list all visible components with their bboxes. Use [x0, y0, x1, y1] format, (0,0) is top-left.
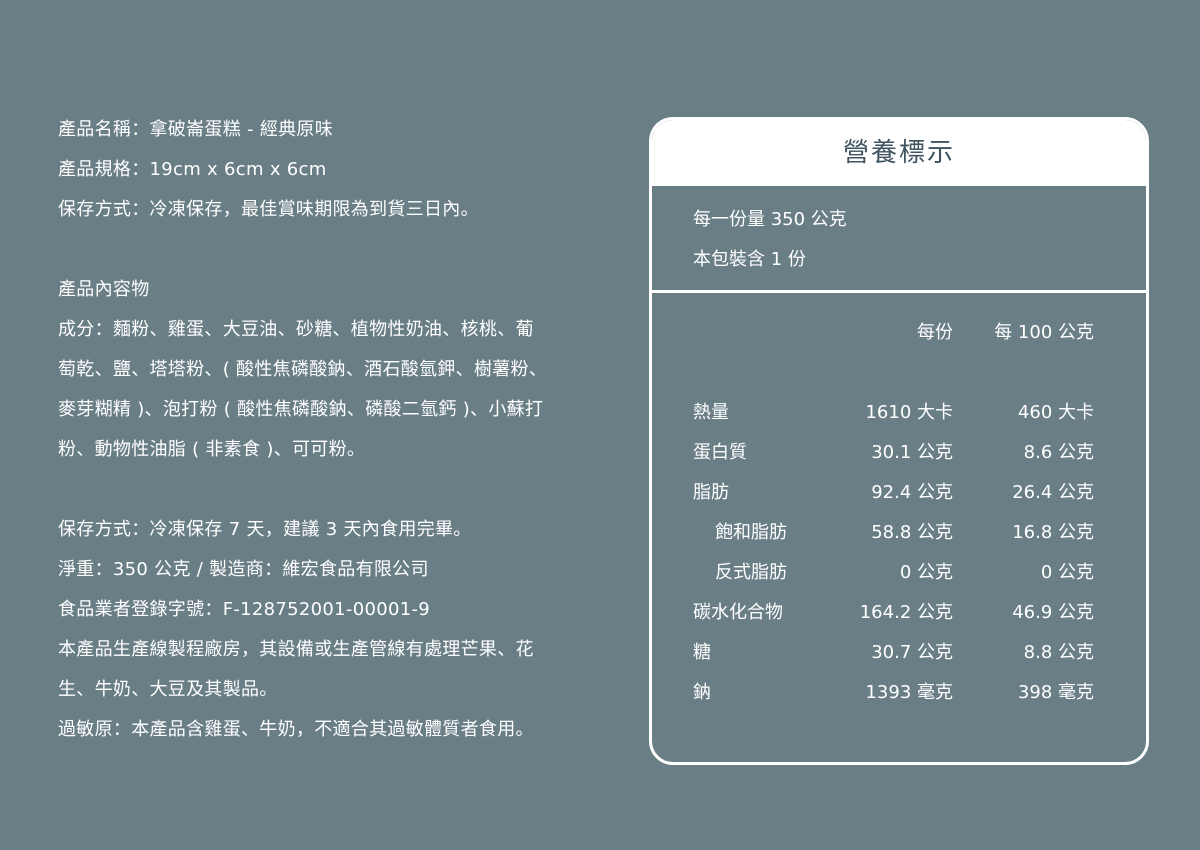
info-line: 成分：麵粉、雞蛋、大豆油、砂糖、植物性奶油、核桃、葡 [58, 319, 534, 340]
nutrient-per-100g: 0 公克 [1040, 562, 1094, 583]
nutrient-label: 飽和脂肪 [715, 522, 787, 543]
info-line: 生、牛奶、大豆及其製品。 [58, 679, 278, 700]
nutrition-row: 熱量 1610 大卡 460 大卡 [652, 393, 1146, 433]
nutrition-row: 飽和脂肪 58.8 公克 16.8 公克 [652, 513, 1146, 553]
info-line: 產品名稱：拿破崙蛋糕 - 經典原味 [58, 119, 334, 140]
nutrition-row: 鈉 1393 毫克 398 毫克 [652, 673, 1146, 713]
nutrition-rows: 熱量 1610 大卡 460 大卡蛋白質 30.1 公克 8.6 公克脂肪 92.4 公克… [652, 393, 1146, 713]
nutrition-row: 碳水化合物 164.2 公克 46.9 公克 [652, 593, 1146, 633]
nutrient-label: 熱量 [693, 402, 729, 423]
nutrient-label: 碳水化合物 [693, 602, 783, 623]
serving-size: 每一份量 350 公克 [693, 209, 847, 230]
info-line: 食品業者登錄字號：F-128752001-00001-9 [58, 599, 431, 620]
nutrient-per-100g: 8.8 公克 [1023, 642, 1094, 663]
nutrient-per-100g: 398 毫克 [1017, 682, 1094, 703]
nutrition-header-row: 每份 每 100 公克 [652, 313, 1146, 353]
nutrient-per-serving: 164.2 公克 [859, 602, 953, 623]
info-line: 產品規格：19cm x 6cm x 6cm [58, 159, 327, 180]
info-line: 萄乾、鹽、塔塔粉、( 酸性焦磷酸鈉、酒石酸氫鉀、樹薯粉、 [58, 359, 548, 380]
nutrient-per-100g: 46.9 公克 [1012, 602, 1094, 623]
nutrient-per-serving: 30.1 公克 [871, 442, 953, 463]
info-line: 保存方式：冷凍保存 7 天，建議 3 天內食用完畢。 [58, 519, 472, 540]
nutrient-label: 糖 [693, 642, 711, 663]
nutrition-row: 糖 30.7 公克 8.8 公克 [652, 633, 1146, 673]
nutrient-per-100g: 16.8 公克 [1012, 522, 1094, 543]
nutrient-per-serving: 0 公克 [899, 562, 953, 583]
divider [652, 290, 1146, 293]
nutrient-label: 反式脂肪 [715, 562, 787, 583]
nutrition-title: 營養標示 [652, 120, 1146, 186]
nutrient-per-serving: 1393 毫克 [865, 682, 953, 703]
servings-per-package: 本包裝含 1 份 [693, 249, 806, 270]
nutrient-label: 蛋白質 [693, 442, 747, 463]
nutrient-per-serving: 58.8 公克 [871, 522, 953, 543]
nutrient-per-serving: 30.7 公克 [871, 642, 953, 663]
col-per-serving: 每份 [917, 322, 953, 343]
info-line: 粉、動物性油脂 ( 非素食 )、可可粉。 [58, 439, 366, 460]
serving-info: 每一份量 350 公克 本包裝含 1 份 [652, 186, 1146, 278]
product-info: 產品名稱：拿破崙蛋糕 - 經典原味 產品規格：19cm x 6cm x 6cm 保存… [58, 110, 618, 750]
nutrition-row: 反式脂肪 0 公克 0 公克 [652, 553, 1146, 593]
nutrient-label: 鈉 [693, 682, 711, 703]
nutrient-per-100g: 26.4 公克 [1012, 482, 1094, 503]
info-line: 淨重：350 公克 / 製造商：維宏食品有限公司 [58, 559, 429, 580]
nutrient-per-100g: 8.6 公克 [1023, 442, 1094, 463]
nutrition-label-panel: 營養標示 每一份量 350 公克 本包裝含 1 份 每份 每 100 公克 熱量… [649, 117, 1149, 765]
nutrient-label: 脂肪 [693, 482, 729, 503]
info-line: 過敏原：本產品含雞蛋、牛奶，不適合其過敏體質者食用。 [58, 719, 534, 740]
info-line: 保存方式：冷凍保存，最佳賞味期限為到貨三日內。 [58, 199, 479, 220]
nutrient-per-serving: 1610 大卡 [865, 402, 953, 423]
nutrient-per-100g: 460 大卡 [1017, 402, 1094, 423]
info-line: 麥芽糊精 )、泡打粉 ( 酸性焦磷酸鈉、磷酸二氫鈣 )、小蘇打 [58, 399, 544, 420]
nutrition-row: 蛋白質 30.1 公克 8.6 公克 [652, 433, 1146, 473]
info-line: 產品內容物 [58, 279, 150, 300]
nutrient-per-serving: 92.4 公克 [871, 482, 953, 503]
info-line: 本產品生產線製程廠房，其設備或生產管線有處理芒果、花 [58, 639, 534, 660]
col-per-100g: 每 100 公克 [994, 322, 1094, 343]
nutrition-row: 脂肪 92.4 公克 26.4 公克 [652, 473, 1146, 513]
